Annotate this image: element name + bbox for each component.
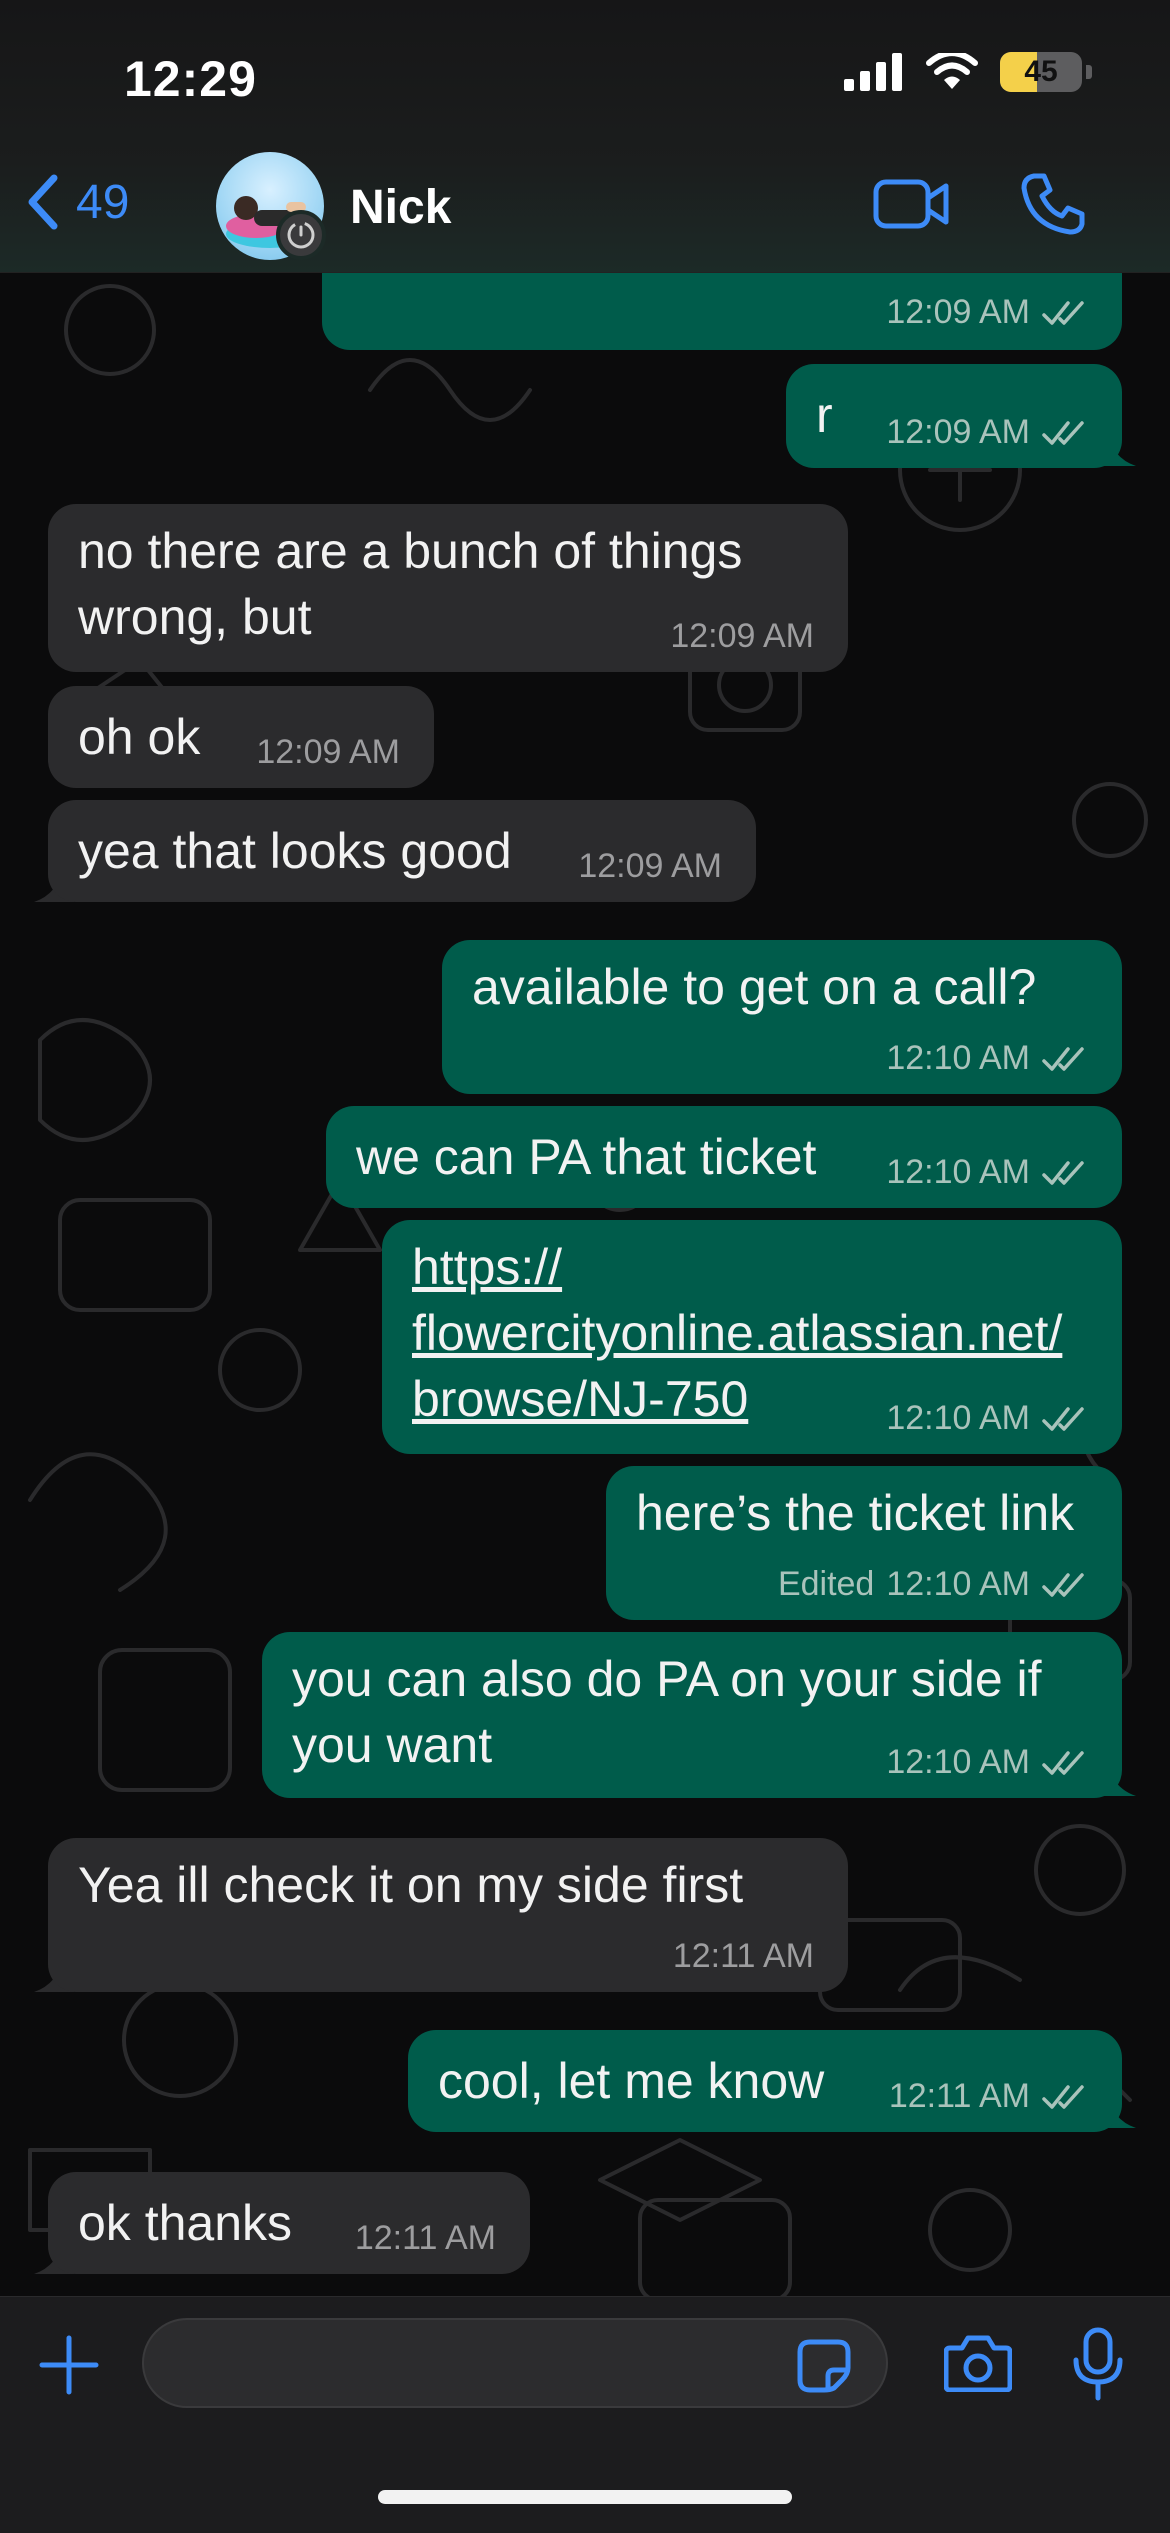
read-receipt-icon bbox=[1042, 420, 1084, 445]
contact-name[interactable]: Nick bbox=[350, 180, 451, 235]
read-receipt-icon bbox=[1042, 1406, 1084, 1431]
sticker-icon bbox=[797, 2339, 851, 2393]
read-receipt-icon bbox=[1042, 1046, 1084, 1071]
message-bubble-outgoing[interactable]: cool, let me know 12:11 AM bbox=[408, 2030, 1122, 2132]
video-call-icon bbox=[873, 179, 949, 229]
message-bubble-outgoing[interactable]: we can PA that ticket 12:10 AM bbox=[326, 1106, 1122, 1208]
message-time: 12:10 AM bbox=[886, 1743, 1030, 1781]
message-text: yea that looks good bbox=[78, 823, 512, 879]
signal-icon bbox=[844, 53, 902, 91]
message-text: oh ok bbox=[78, 709, 201, 765]
unread-count: 49 bbox=[76, 175, 130, 229]
message-time: 12:10 AM bbox=[886, 1399, 1030, 1437]
message-bubble-incoming[interactable]: no there are a bunch of things wrong, bu… bbox=[48, 504, 848, 672]
message-text: r bbox=[816, 387, 833, 443]
message-time: 12:09 AM bbox=[578, 847, 722, 885]
message-time: 12:09 AM bbox=[886, 293, 1030, 331]
message-time: 12:09 AM bbox=[886, 413, 1030, 451]
attach-button[interactable] bbox=[38, 2334, 100, 2401]
message-text: no there are a bunch of things wrong, bu… bbox=[78, 523, 743, 645]
message-bubble-outgoing[interactable]: https:// flowercityonline.atlassian.net/… bbox=[382, 1220, 1122, 1454]
message-time: 12:10 AM bbox=[886, 1565, 1030, 1603]
battery-icon: 45 bbox=[1000, 52, 1082, 92]
status-time: 12:29 bbox=[124, 51, 257, 107]
read-receipt-icon bbox=[1042, 300, 1084, 325]
message-bubble-outgoing[interactable]: here’s the ticket link Edited 12:10 AM bbox=[606, 1466, 1122, 1620]
message-bubble-incoming[interactable]: ok thanks 12:11 AM bbox=[48, 2172, 530, 2274]
message-text: Yea ill check it on my side first bbox=[78, 1857, 744, 1913]
message-time: 12:10 AM bbox=[886, 1039, 1030, 1077]
message-text: cool, let me know bbox=[438, 2053, 825, 2109]
message-bubble-incoming[interactable]: Yea ill check it on my side first 12:11 … bbox=[48, 1838, 848, 1992]
sticker-button[interactable] bbox=[796, 2338, 852, 2399]
camera-button[interactable] bbox=[943, 2334, 1013, 2397]
message-time: 12:09 AM bbox=[670, 617, 814, 655]
message-bubble-incoming[interactable]: yea that looks good 12:09 AM bbox=[48, 800, 756, 902]
phone-call-button[interactable] bbox=[1020, 170, 1086, 241]
chat-header: 12:29 45 49 Nick bbox=[0, 0, 1170, 273]
back-button[interactable]: 49 bbox=[24, 172, 129, 232]
message-text: available to get on a call? bbox=[472, 959, 1037, 1015]
edited-label: Edited bbox=[777, 1565, 875, 1603]
battery-level: 45 bbox=[1024, 55, 1058, 88]
message-bubble-incoming[interactable]: oh ok 12:09 AM bbox=[48, 686, 434, 788]
message-time: 12:11 AM bbox=[354, 2219, 496, 2257]
read-receipt-icon bbox=[1042, 1750, 1084, 1775]
back-chevron-icon bbox=[28, 174, 58, 230]
read-receipt-icon bbox=[1042, 1160, 1084, 1185]
message-time: 12:10 AM bbox=[886, 1153, 1030, 1191]
phone-call-icon bbox=[1021, 173, 1085, 235]
read-receipt-icon bbox=[1042, 1572, 1084, 1597]
message-bubble-outgoing[interactable]: r 12:09 AM bbox=[786, 364, 1122, 468]
message-bubble-outgoing[interactable]: available to get on a call? 12:10 AM bbox=[442, 940, 1122, 1094]
message-text: we can PA that ticket bbox=[356, 1129, 817, 1185]
status-icons: 45 bbox=[844, 52, 1092, 92]
message-time: 12:11 AM bbox=[672, 1937, 814, 1975]
message-text: here’s the ticket link bbox=[636, 1485, 1075, 1541]
video-call-button[interactable] bbox=[872, 174, 952, 239]
message-bubble-outgoing[interactable]: you can also do PA on your side if you w… bbox=[262, 1632, 1122, 1798]
message-text: ok thanks bbox=[78, 2195, 293, 2251]
microphone-icon bbox=[1073, 2327, 1123, 2401]
home-indicator[interactable] bbox=[378, 2490, 792, 2504]
voice-message-button[interactable] bbox=[1072, 2326, 1124, 2407]
message-time: 12:09 AM bbox=[256, 733, 400, 771]
read-receipt-icon bbox=[1042, 2084, 1084, 2109]
plus-icon bbox=[39, 2335, 99, 2395]
message-input[interactable] bbox=[142, 2318, 888, 2408]
camera-icon bbox=[943, 2335, 1013, 2393]
message-time: 12:11 AM bbox=[888, 2077, 1030, 2115]
wifi-icon bbox=[926, 53, 978, 89]
disappearing-timer-icon bbox=[276, 210, 326, 260]
